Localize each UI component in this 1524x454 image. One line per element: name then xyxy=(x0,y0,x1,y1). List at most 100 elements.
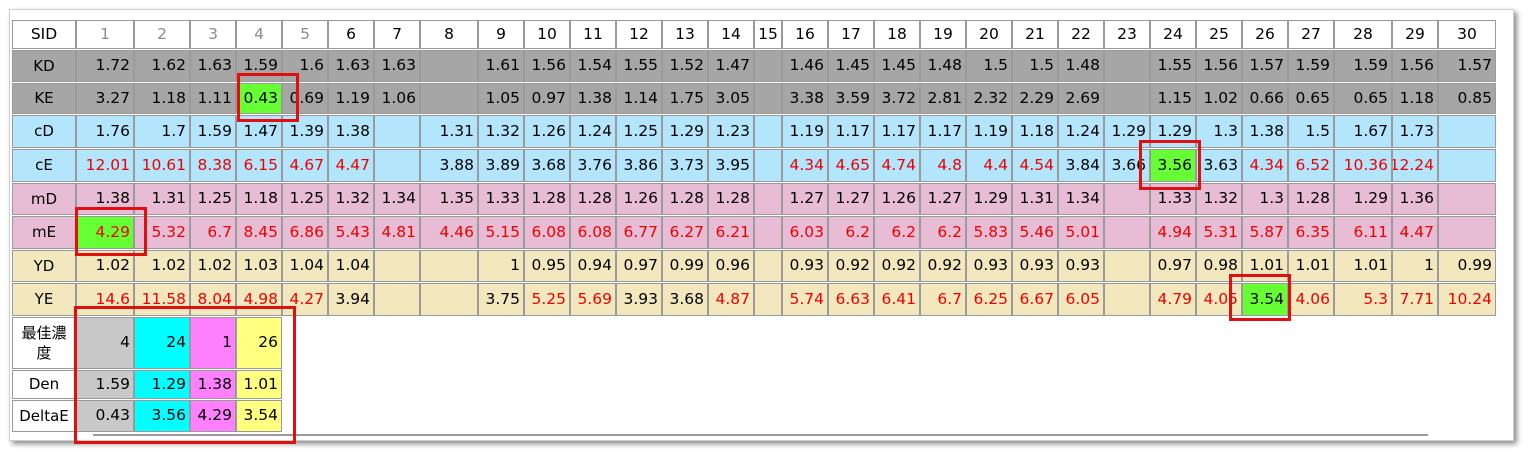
table-cell: 0.93 xyxy=(966,250,1012,282)
summary-cell: 1 xyxy=(190,317,236,369)
table-cell xyxy=(1438,183,1496,215)
table-cell: 6.7 xyxy=(920,283,966,316)
table-cell: 4.46 xyxy=(420,216,478,249)
table-cell: 3.63 xyxy=(1196,149,1242,182)
table-cell: 1.05 xyxy=(478,83,524,114)
table-cell: 4.06 xyxy=(1288,283,1334,316)
table-cell: 1.48 xyxy=(1058,50,1104,82)
table-cell: 1.19 xyxy=(966,115,1012,148)
table-cell: 1.02 xyxy=(1196,83,1242,114)
column-header: 2 xyxy=(134,20,190,49)
table-cell: 1.57 xyxy=(1438,50,1496,82)
row-label-YE: YE xyxy=(12,283,76,316)
table-cell: 1.25 xyxy=(282,183,328,215)
table-cell: 1.25 xyxy=(190,183,236,215)
row-label-KD: KD xyxy=(12,50,76,82)
table-cell: 1.26 xyxy=(524,115,570,148)
table-cell: 1.29 xyxy=(966,183,1012,215)
table-cell xyxy=(1438,115,1496,148)
row-label-YD: YD xyxy=(12,250,76,282)
table-cell: 1.72 xyxy=(76,50,134,82)
table-cell: 1.19 xyxy=(328,83,374,114)
table-cell xyxy=(754,83,782,114)
table-cell: 1.61 xyxy=(478,50,524,82)
table-cell: 3.93 xyxy=(616,283,662,316)
summary-label: DeltaE xyxy=(12,400,76,432)
table-cell xyxy=(420,50,478,82)
header-sid-label: SID xyxy=(12,20,76,49)
table-cell: 1.76 xyxy=(76,115,134,148)
table-cell: 6.2 xyxy=(874,216,920,249)
table-cell: 1.67 xyxy=(1334,115,1392,148)
table-cell: 3.94 xyxy=(328,283,374,316)
row-label-cE: cE xyxy=(12,149,76,182)
table-cell: 5.74 xyxy=(782,283,828,316)
table-cell: 1.52 xyxy=(662,50,708,82)
table-cell xyxy=(1438,149,1496,182)
table-cell: 4.54 xyxy=(1012,149,1058,182)
table-cell xyxy=(754,250,782,282)
table-cell: 3.86 xyxy=(616,149,662,182)
table-cell: 1.29 xyxy=(1334,183,1392,215)
table-cell: 1.15 xyxy=(1150,83,1196,114)
table-cell: 4.27 xyxy=(282,283,328,316)
table-cell: 1.55 xyxy=(1150,50,1196,82)
table-cell: 1.29 xyxy=(662,115,708,148)
table-cell: 1.18 xyxy=(236,183,282,215)
table-cell: 6.86 xyxy=(282,216,328,249)
table-cell: 1.28 xyxy=(570,183,616,215)
column-header: 22 xyxy=(1058,20,1104,49)
table-cell: 6.7 xyxy=(190,216,236,249)
table-cell: 3.72 xyxy=(874,83,920,114)
table-cell: 1.55 xyxy=(616,50,662,82)
table-cell: 0.93 xyxy=(782,250,828,282)
column-header: 5 xyxy=(282,20,328,49)
table-cell: 14.6 xyxy=(76,283,134,316)
summary-cell: 1.01 xyxy=(236,370,282,399)
table-cell: 8.04 xyxy=(190,283,236,316)
table-cell: 4.65 xyxy=(828,149,874,182)
table-cell: 6.11 xyxy=(1334,216,1392,249)
table-cell: 4.79 xyxy=(1150,283,1196,316)
table-cell: 10.36 xyxy=(1334,149,1392,182)
table-cell: 1.27 xyxy=(782,183,828,215)
table-cell: 1.02 xyxy=(134,250,190,282)
table-cell: 1.5 xyxy=(966,50,1012,82)
column-header: 23 xyxy=(1104,20,1150,49)
summary-cell: 1.38 xyxy=(190,370,236,399)
table-cell: 0.93 xyxy=(1058,250,1104,282)
table-cell xyxy=(420,83,478,114)
summary-cell: 3.56 xyxy=(134,400,190,432)
table-cell: 1.02 xyxy=(190,250,236,282)
row-label-KE: KE xyxy=(12,83,76,114)
table-cell: 0.94 xyxy=(570,250,616,282)
table-cell: 6.08 xyxy=(524,216,570,249)
table-cell: 1.28 xyxy=(708,183,754,215)
table-cell: 5.25 xyxy=(524,283,570,316)
table-cell: 4.47 xyxy=(328,149,374,182)
table-cell xyxy=(420,283,478,316)
column-header: 13 xyxy=(662,20,708,49)
table-cell: 1.73 xyxy=(1392,115,1438,148)
table-cell: 5.43 xyxy=(328,216,374,249)
summary-cell: 4 xyxy=(76,317,134,369)
table-cell: 6.25 xyxy=(966,283,1012,316)
table-cell: 3.95 xyxy=(708,149,754,182)
table-cell: 1.31 xyxy=(420,115,478,148)
column-header: 29 xyxy=(1392,20,1438,49)
table-cell: 1.57 xyxy=(1242,50,1288,82)
table-cell: 1.47 xyxy=(236,115,282,148)
table-cell: 0.97 xyxy=(1150,250,1196,282)
column-header: 8 xyxy=(420,20,478,49)
summary-cell: 1.29 xyxy=(134,370,190,399)
table-cell: 1.26 xyxy=(616,183,662,215)
table-cell: 1.14 xyxy=(616,83,662,114)
table-cell: 0.99 xyxy=(1438,250,1496,282)
summary-cell: 1.59 xyxy=(76,370,134,399)
table-cell: 6.67 xyxy=(1012,283,1058,316)
table-cell xyxy=(1104,283,1150,316)
table-cell: 1.24 xyxy=(570,115,616,148)
column-header: 6 xyxy=(328,20,374,49)
row-label-mE: mE xyxy=(12,216,76,249)
table-cell: 1.33 xyxy=(1150,183,1196,215)
